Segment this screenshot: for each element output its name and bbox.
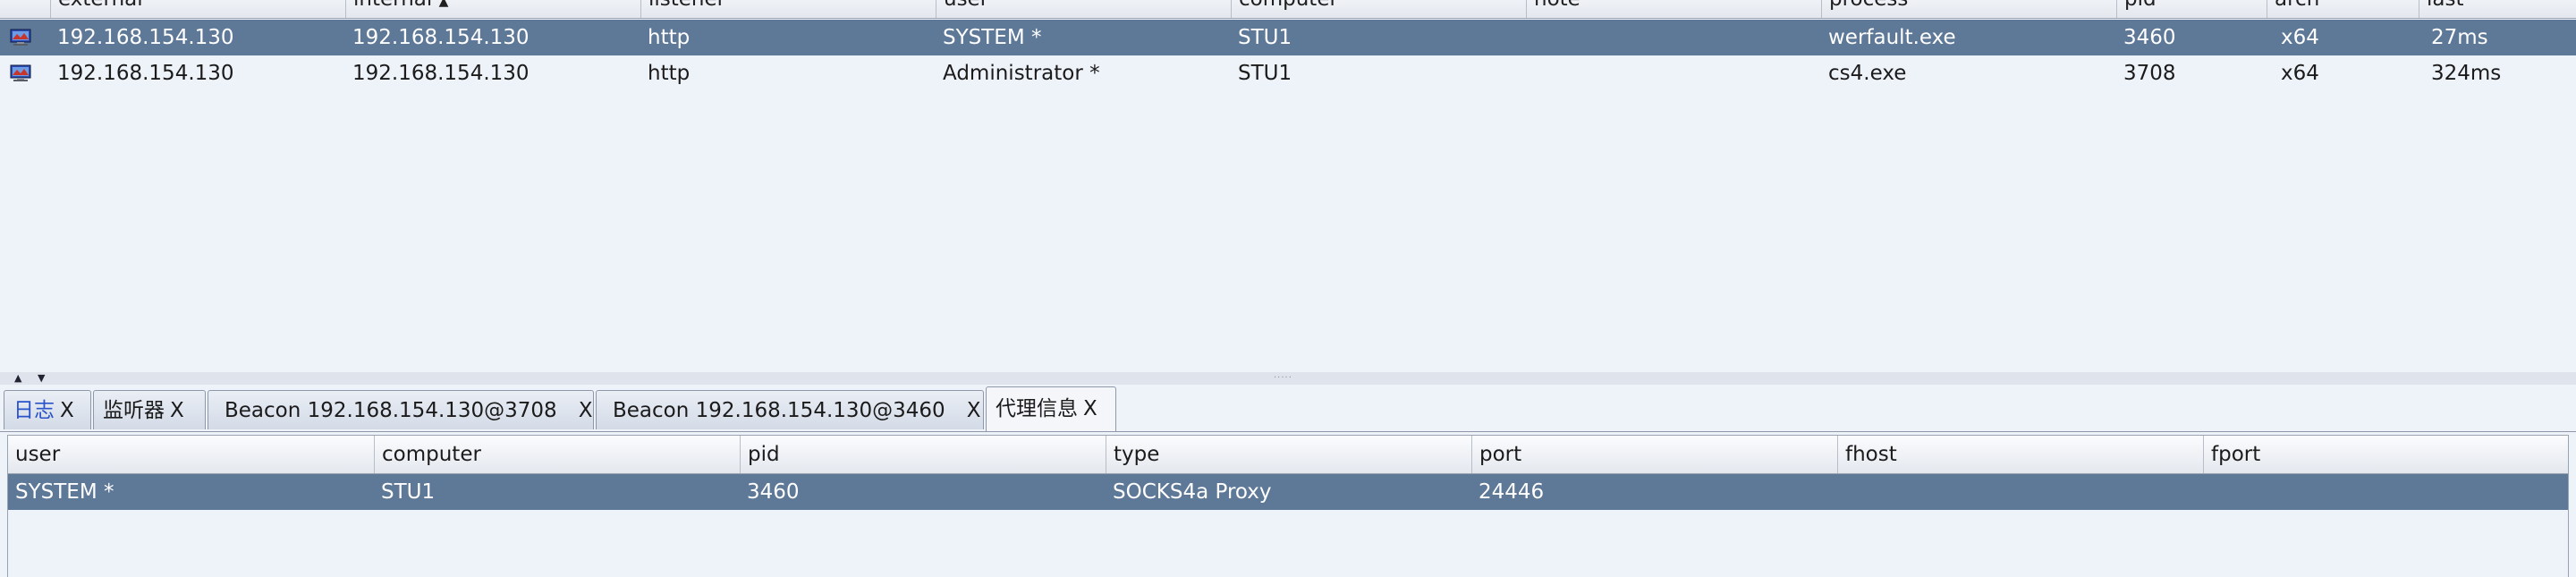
cell-note <box>1526 55 1533 91</box>
cell-fport <box>2203 474 2210 510</box>
pane-splitter[interactable]: ▲ ▼ ····· <box>0 372 2576 385</box>
cell-type: SOCKS4a Proxy <box>1113 480 1272 504</box>
tab-listeners[interactable]: 监听器 X <box>93 390 206 429</box>
beacon-row[interactable]: 192.168.154.130 192.168.154.130 http SYS… <box>0 20 2576 55</box>
cell-user: SYSTEM * <box>943 26 1042 49</box>
column-header-fport[interactable]: fport <box>2203 436 2569 473</box>
cell-pid: 3460 <box>2123 26 2176 49</box>
tab-close-button[interactable]: X <box>1083 397 1097 420</box>
proxy-table-header: user computer pid type port fhost fport <box>8 436 2568 474</box>
tab-beacon-3708[interactable]: Beacon 192.168.154.130@3708 X <box>208 390 594 429</box>
cell-user: Administrator * <box>943 62 1100 85</box>
tab-bar: 日志 X 监听器 X Beacon 192.168.154.130@3708 X Be… <box>0 385 2576 432</box>
column-header-internal[interactable]: internal ▲ <box>345 0 638 18</box>
tab-close-button[interactable]: X <box>579 399 593 422</box>
collapse-up-icon[interactable]: ▲ <box>14 373 21 384</box>
collapse-down-icon[interactable]: ▼ <box>38 373 45 384</box>
tab-label: Beacon 192.168.154.130@3708 <box>225 399 557 422</box>
cell-computer: STU1 <box>381 480 436 504</box>
tab-close-button[interactable]: X <box>60 399 74 422</box>
tab-close-button[interactable]: X <box>967 399 981 422</box>
cell-user: SYSTEM * <box>15 480 114 504</box>
cell-internal: 192.168.154.130 <box>352 62 530 85</box>
beacon-computer-icon <box>10 64 31 81</box>
column-header-process[interactable]: process <box>1821 0 2114 18</box>
beacon-row[interactable]: 192.168.154.130 192.168.154.130 http Adm… <box>0 55 2576 91</box>
column-header-type[interactable]: type <box>1106 436 1471 473</box>
cell-fhost <box>1837 474 1844 510</box>
beacon-table-header: external internal ▲ listener user comput… <box>0 0 2576 19</box>
tab-proxy-info[interactable]: 代理信息 X <box>986 386 1116 431</box>
proxy-row[interactable]: SYSTEM * STU1 3460 SOCKS4a Proxy 24446 <box>8 474 2568 510</box>
column-header-computer[interactable]: computer <box>374 436 740 473</box>
column-header-last[interactable]: last <box>2419 0 2576 18</box>
column-header-port[interactable]: port <box>1471 436 1837 473</box>
column-header-user[interactable]: user <box>8 436 373 473</box>
column-header-external[interactable]: external <box>50 0 343 18</box>
cell-arch: x64 <box>2281 62 2319 85</box>
cobalt-strike-window: external internal ▲ listener user comput… <box>0 0 2576 577</box>
cell-arch: x64 <box>2281 26 2319 49</box>
cell-process: werfault.exe <box>1828 26 1956 49</box>
cell-listener: http <box>648 62 691 85</box>
tab-beacon-3460[interactable]: Beacon 192.168.154.130@3460 X <box>596 390 984 429</box>
column-header-arch[interactable]: arch <box>2267 0 2411 18</box>
column-header-pid[interactable]: pid <box>740 436 1106 473</box>
column-header-computer[interactable]: computer <box>1231 0 1523 18</box>
cell-last: 27ms <box>2431 26 2488 49</box>
cell-process: cs4.exe <box>1828 62 1907 85</box>
column-header-fhost[interactable]: fhost <box>1837 436 2203 473</box>
cell-port: 24446 <box>1479 480 1545 504</box>
tab-log[interactable]: 日志 X <box>4 390 91 429</box>
beacon-computer-icon <box>10 29 31 46</box>
cell-external: 192.168.154.130 <box>57 62 234 85</box>
cell-pid: 3460 <box>747 480 800 504</box>
cell-computer: STU1 <box>1238 62 1292 85</box>
cell-computer: STU1 <box>1238 26 1292 49</box>
cell-internal: 192.168.154.130 <box>352 26 530 49</box>
column-header-listener[interactable]: listener <box>640 0 933 18</box>
beacon-table[interactable]: external internal ▲ listener user comput… <box>0 0 2576 373</box>
sort-ascending-icon: ▲ <box>438 0 449 9</box>
cell-pid: 3708 <box>2123 62 2176 85</box>
column-header-user[interactable]: user <box>936 0 1228 18</box>
tab-label: 监听器 <box>103 399 165 422</box>
column-header-note[interactable]: note <box>1526 0 1818 18</box>
proxy-table[interactable]: user computer pid type port fhost fport … <box>7 435 2569 577</box>
splitter-grip-icon[interactable]: ····· <box>1274 373 1292 383</box>
tab-label: 日志 <box>13 399 55 422</box>
cell-note <box>1526 20 1533 55</box>
column-header-pid[interactable]: pid <box>2116 0 2258 18</box>
cell-last: 324ms <box>2431 62 2502 85</box>
tab-close-button[interactable]: X <box>170 399 184 422</box>
tab-label: Beacon 192.168.154.130@3460 <box>613 399 945 422</box>
cell-listener: http <box>648 26 691 49</box>
cell-external: 192.168.154.130 <box>57 26 234 49</box>
tab-label: 代理信息 <box>996 397 1078 420</box>
